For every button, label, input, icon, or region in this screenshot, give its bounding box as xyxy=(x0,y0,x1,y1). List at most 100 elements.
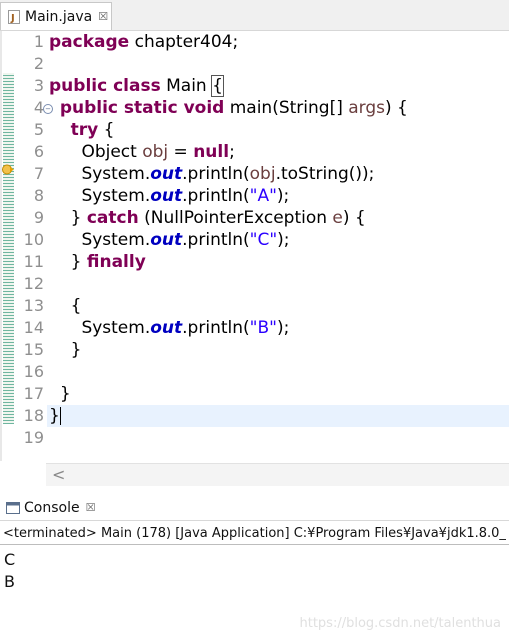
field: out xyxy=(150,230,183,250)
line-number: 3 xyxy=(33,76,44,95)
code-text: System. xyxy=(81,318,151,338)
code-text: ); xyxy=(276,318,290,338)
field: out xyxy=(150,186,183,206)
code-text: = xyxy=(168,142,194,162)
line-number: 6 xyxy=(33,142,44,161)
editor-tab-label: Main.java xyxy=(25,8,93,25)
keyword: public class xyxy=(49,76,161,96)
line-number: 19 xyxy=(23,428,44,447)
close-tab-icon[interactable]: ☒ xyxy=(98,10,108,23)
text-cursor xyxy=(59,407,61,425)
code-text: { xyxy=(70,296,82,316)
keyword: finally xyxy=(86,252,146,272)
close-console-icon[interactable]: ☒ xyxy=(86,501,96,514)
console-tab-bar: Console ☒ xyxy=(0,495,509,521)
console-output-line: C xyxy=(4,550,16,569)
line-number: 5 xyxy=(33,120,44,139)
code-text: .println( xyxy=(182,186,250,206)
change-ruler xyxy=(3,73,14,424)
code-text: ) { xyxy=(385,98,408,118)
code-text: ) { xyxy=(342,208,366,228)
line-number: 12 xyxy=(23,274,44,293)
code-text: System. xyxy=(81,164,151,184)
code-text: System. xyxy=(81,230,151,250)
code-line-15: } xyxy=(49,339,509,361)
editor-tab-bar: J Main.java ☒ xyxy=(0,0,509,31)
keyword: public static void xyxy=(59,98,225,118)
variable: e xyxy=(332,208,343,228)
code-text: .println( xyxy=(182,230,250,250)
console-tab-label[interactable]: Console xyxy=(24,500,80,516)
variable: obj xyxy=(249,164,276,184)
horizontal-scrollbar[interactable]: < xyxy=(46,463,509,486)
java-file-icon: J xyxy=(7,9,21,25)
code-text: } xyxy=(70,252,87,272)
code-text: { xyxy=(98,120,115,140)
keyword: try xyxy=(70,120,99,140)
svg-text:J: J xyxy=(10,13,15,24)
console-icon xyxy=(6,501,20,514)
code-text: ; xyxy=(229,142,235,162)
line-number: 18 xyxy=(23,406,44,425)
code-text: System. xyxy=(81,186,151,206)
code-line-8: System.out.println("A"); xyxy=(49,185,509,207)
keyword: package xyxy=(49,32,130,52)
code-line-11: } finally xyxy=(49,251,509,273)
code-line-10: System.out.println("C"); xyxy=(49,229,509,251)
code-text: } xyxy=(59,384,71,404)
string-literal: "B" xyxy=(249,318,277,338)
code-text-area[interactable]: package chapter404; public class Main { … xyxy=(47,31,509,449)
scroll-left-arrow-icon[interactable]: < xyxy=(52,465,65,484)
field: out xyxy=(150,318,183,338)
string-literal: "C" xyxy=(249,230,278,250)
code-line-5: try { xyxy=(49,119,509,141)
editor-tab-main-java[interactable]: J Main.java ☒ xyxy=(0,2,112,30)
code-text: ); xyxy=(277,230,290,250)
console-status-line: <terminated> Main (178) [Java Applicatio… xyxy=(0,524,509,545)
line-number-ruler: 1 2 3 4− 5 6 7 8 9 10 11 12 13 14 15 16 … xyxy=(14,31,53,449)
code-text: main(String[] xyxy=(224,98,349,118)
console-output-line: B xyxy=(4,572,15,591)
code-text: chapter404; xyxy=(129,32,239,52)
line-number: 15 xyxy=(23,340,44,359)
line-number: 11 xyxy=(23,252,44,271)
code-text: } xyxy=(70,208,87,228)
watermark: https://blog.csdn.net/talenthua xyxy=(299,616,501,631)
code-text: } xyxy=(70,340,82,360)
line-number: 16 xyxy=(23,362,44,381)
code-line-1: package chapter404; xyxy=(49,31,509,53)
code-line-4: public static void main(String[] args) { xyxy=(49,97,509,119)
code-line-7: System.out.println(obj.toString()); xyxy=(49,163,509,185)
console-output[interactable]: C B xyxy=(4,549,15,593)
code-text: .println( xyxy=(182,318,250,338)
code-text: .println( xyxy=(182,164,250,184)
string-literal: "A" xyxy=(249,186,277,206)
keyword: null xyxy=(193,142,230,162)
code-text: ); xyxy=(276,186,290,206)
line-number: 8 xyxy=(33,186,44,205)
code-line-14: System.out.println("B"); xyxy=(49,317,509,339)
variable: obj xyxy=(142,142,169,162)
line-number: 10 xyxy=(23,230,44,249)
code-line-6: Object obj = null; xyxy=(49,141,509,163)
line-number: 2 xyxy=(33,54,44,73)
code-line-13: { xyxy=(49,295,509,317)
variable: args xyxy=(348,98,386,118)
line-number: 9 xyxy=(33,208,44,227)
code-line-18-current: } xyxy=(47,405,509,427)
line-number: 7 xyxy=(33,164,44,183)
code-line-17: } xyxy=(49,383,509,405)
line-number: 13 xyxy=(23,296,44,315)
code-text: .toString()); xyxy=(275,164,375,184)
line-number-with-fold: 4− xyxy=(14,97,53,119)
line-number: 14 xyxy=(23,318,44,337)
line-number: 17 xyxy=(23,384,44,403)
line-number: 1 xyxy=(33,32,44,51)
code-text: } xyxy=(49,406,60,426)
code-line-9: } catch (NullPointerException e) { xyxy=(49,207,509,229)
code-editor[interactable]: 1 2 3 4− 5 6 7 8 9 10 11 12 13 14 15 16 … xyxy=(0,31,509,461)
